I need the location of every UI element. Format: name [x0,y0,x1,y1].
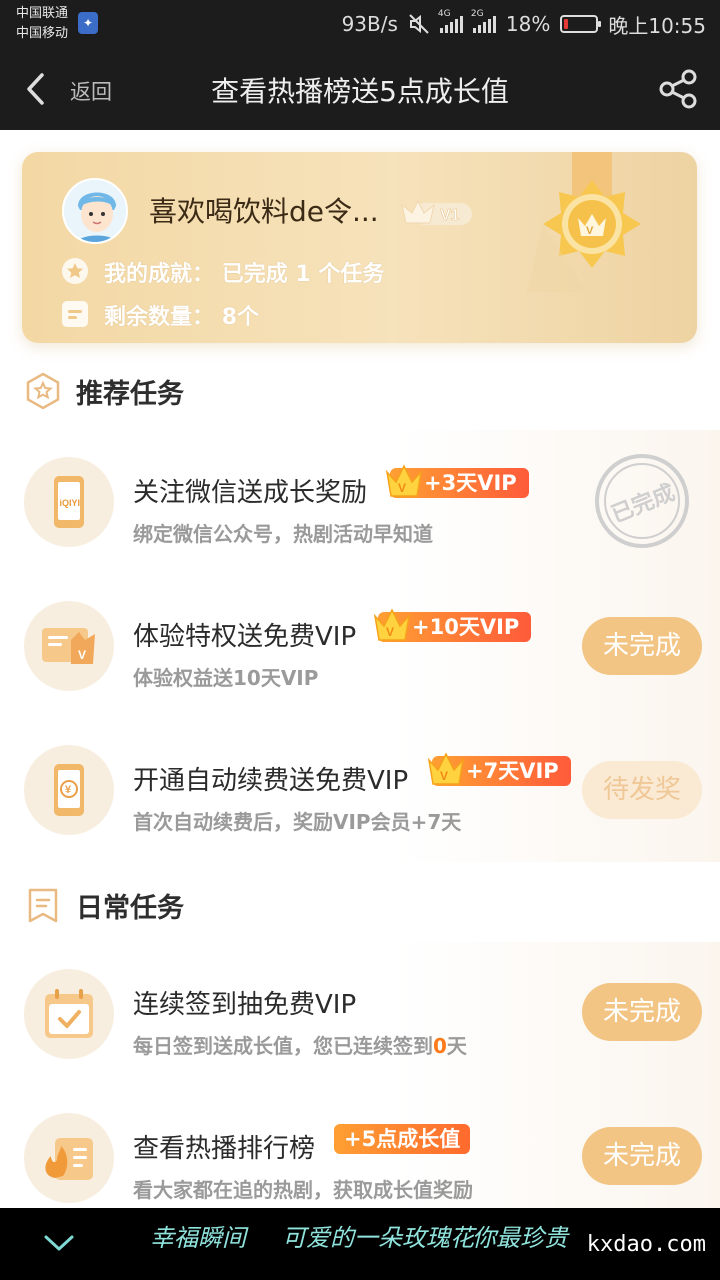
daily-section-icon [28,888,58,923]
task-subtitle: 每日签到送成长值，您已连续签到0天 [133,1034,467,1058]
mute-icon [409,14,429,34]
svg-text:V: V [78,648,86,662]
battery-percent: 18% [505,12,551,36]
star-achievement-icon [62,258,88,284]
completed-stamp: 已完成 [595,454,689,548]
task-title: 体验特权送免费VIP [133,622,357,652]
status-bar: 中国联通 中国移动 ✦ 93B/s 4G 2G 18% 晚上10:55 [0,0,720,48]
recommended-section-icon [26,372,60,410]
share-icon[interactable] [658,68,700,110]
signal-1-icon: 4G [438,9,463,33]
task-title: 连续签到抽免费VIP [133,990,357,1020]
task-row-autorenew: ¥ 开通自动续费送免费VIP V +7天VIP 首次自动续费后，奖励VIP会员+… [0,718,720,862]
flame-list-icon [24,1113,114,1203]
reward-tag: +5点成长值 [334,1124,471,1154]
svg-text:¥: ¥ [65,784,72,796]
achievement-suffix: 个任务 [318,262,385,287]
incomplete-button[interactable]: 未完成 [582,617,702,675]
status-indicators: 93B/s 4G 2G 18% 晚上10:55 [341,9,706,38]
remaining-label: 剩余数量： [104,305,215,330]
network-speed: 93B/s [341,12,398,36]
reward-tag: V +3天VIP [385,464,529,498]
task-title: 开通自动续费送免费VIP [133,766,409,796]
watermark-text-2: 可爱的一朵玫瑰花 [282,1224,474,1252]
watermark-site: kxdao.com [586,1232,706,1257]
task-row-wechat: iQIYI 关注微信送成长奖励 V +3天VIP 绑定微信公众号，热剧活动早知道… [0,430,720,574]
crown-medal-icon: V [527,152,641,292]
task-subtitle: 看大家都在追的热剧，获取成长值奖励 [133,1178,473,1202]
daily-section-title: 日常任务 [76,893,184,924]
task-title: 关注微信送成长奖励 [133,478,368,508]
pending-reward-button[interactable]: 待发奖 [582,761,702,819]
signal-2-icon: 2G [471,9,496,33]
incomplete-button[interactable]: 未完成 [582,1127,702,1185]
carrier-2-label: 中国移动 [16,26,69,41]
task-title: 查看热播排行榜 [133,1134,316,1164]
achievement-row: 我的成就： 已完成 1 个任务 [104,256,384,288]
achievement-count: 1 [295,262,311,287]
avatar[interactable] [62,178,128,244]
task-row-privilege: V 体验特权送免费VIP V +10天VIP 体验权益送10天VIP 未完成 [0,574,720,718]
vip-card-icon: V [24,601,114,691]
remaining-row: 剩余数量： 8个 [104,299,259,331]
svg-text:V: V [440,769,448,783]
watermark-text-1: 幸福瞬间 [150,1224,246,1252]
svg-text:iQIYI: iQIYI [60,498,81,508]
crown-icon: V [373,608,411,641]
page-title: 查看热播榜送5点成长值 [211,75,509,108]
phone-renew-icon: ¥ [24,745,114,835]
checkin-days-count: 0 [433,1034,447,1058]
chevron-down-icon[interactable] [42,1230,76,1256]
svg-text:V: V [386,625,394,639]
task-subtitle: 体验权益送10天VIP [133,666,319,690]
calendar-check-icon [24,969,114,1059]
svg-text:V: V [398,481,406,495]
reward-tag: V +7天VIP [427,752,571,786]
recommended-section-title: 推荐任务 [76,379,184,410]
bottom-watermark-bar: 幸福瞬间 可爱的一朵玫瑰花 你最珍贵 kxdao.com [0,1208,720,1280]
crown-icon: V [385,464,423,497]
watermark-text-3: 你最珍贵 [472,1224,568,1252]
crown-icon: V [427,752,465,785]
phone-iqiyi-icon: iQIYI [24,457,114,547]
username: 喜欢喝饮料de令... [149,195,379,228]
task-row-checkin: 连续签到抽免费VIP 每日签到送成长值，您已连续签到0天 未完成 [0,942,720,1086]
vip-level-badge: V1 [401,199,472,225]
achievement-label: 我的成就： [104,262,215,287]
notification-app-icon: ✦ [78,12,98,34]
list-remaining-icon [62,301,88,327]
task-subtitle: 绑定微信公众号，热剧活动早知道 [133,522,433,546]
incomplete-button[interactable]: 未完成 [582,983,702,1041]
svg-text:已完成: 已完成 [608,479,679,528]
nav-bar: 返回 查看热播榜送5点成长值 [0,48,720,130]
svg-text:V1: V1 [440,207,460,224]
task-row-hotlist: 查看热播排行榜 +5点成长值 看大家都在追的热剧，获取成长值奖励 未完成 [0,1086,720,1208]
clock: 晚上10:55 [608,13,706,38]
achievement-value: 已完成 [221,262,288,287]
reward-tag: V +10天VIP [373,608,532,642]
battery-icon [560,15,602,33]
remaining-value: 8个 [221,305,259,330]
carrier-1-label: 中国联通 [16,6,69,21]
profile-card: 喜欢喝饮料de令... V1 我的成就： 已完成 1 个任务 剩余数量： 8个 … [22,152,697,343]
task-subtitle: 首次自动续费后，奖励VIP会员+7天 [133,810,462,834]
svg-text:V: V [586,225,594,237]
